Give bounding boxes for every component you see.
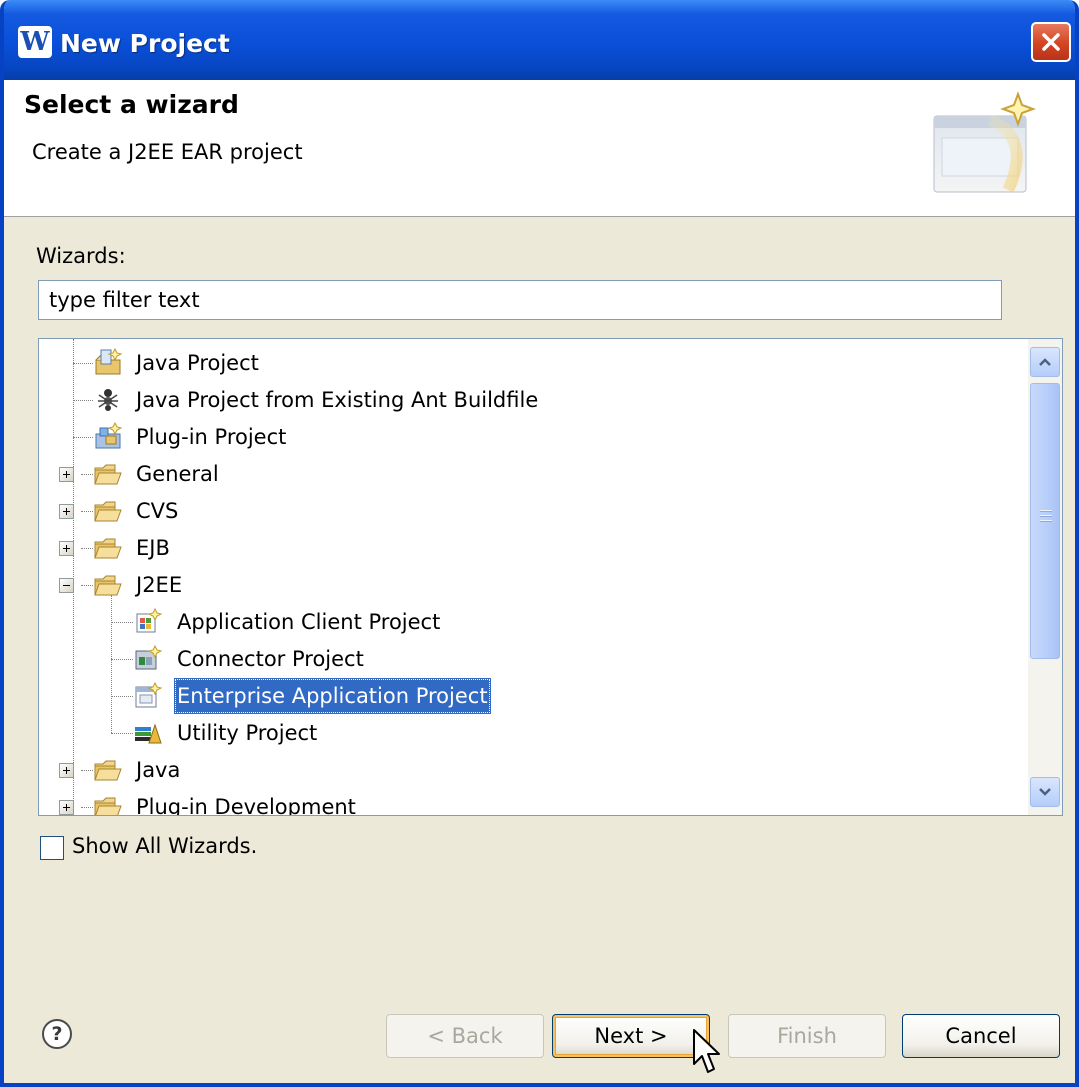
app-client-project-icon: [136, 608, 163, 633]
tree-item-plugin-development[interactable]: Plug-in Development: [39, 789, 1019, 816]
tree-item-java-project[interactable]: Java Project: [39, 345, 1019, 381]
expand-icon[interactable]: [59, 541, 74, 556]
show-all-wizards-label[interactable]: Show All Wizards.: [72, 834, 257, 858]
title-bar[interactable]: W New Project: [4, 0, 1075, 80]
help-icon: ?: [51, 1023, 63, 1045]
close-button[interactable]: [1031, 22, 1071, 62]
tree-item-label: Utility Project: [177, 721, 318, 745]
finish-button[interactable]: Finish: [728, 1014, 886, 1058]
app-logo-icon: W: [18, 26, 52, 58]
tree-item-label: Java Project: [136, 351, 259, 375]
tree-item-label: J2EE: [136, 573, 183, 597]
tree-item-label: Enterprise Application Project: [174, 678, 491, 714]
tree-item-application-client-project[interactable]: Application Client Project: [39, 604, 1019, 640]
tree-item-plugin-project[interactable]: Plug-in Project: [39, 419, 1019, 455]
wizard-header: Select a wizard Create a J2EE EAR projec…: [4, 80, 1075, 217]
tree-item-label: EJB: [136, 536, 170, 560]
java-project-icon: [95, 348, 123, 375]
tree-item-general[interactable]: General: [39, 456, 1019, 492]
page-title: Select a wizard: [24, 90, 239, 119]
tree-item-utility-project[interactable]: Utility Project: [39, 715, 1019, 751]
tree-item-cvs[interactable]: CVS: [39, 493, 1019, 529]
folder-icon: [94, 501, 122, 522]
wizards-label: Wizards:: [36, 244, 126, 268]
app-logo-letter: W: [20, 27, 50, 57]
tree-item-j2ee[interactable]: J2EE: [39, 567, 1019, 603]
close-icon: [1042, 33, 1060, 51]
tree-item-label: CVS: [136, 499, 179, 523]
expand-icon[interactable]: [59, 504, 74, 519]
plugin-project-icon: [95, 422, 123, 449]
tree-item-label: General: [136, 462, 219, 486]
tree-item-ejb[interactable]: EJB: [39, 530, 1019, 566]
expand-icon[interactable]: [59, 763, 74, 778]
next-button[interactable]: Next >: [552, 1014, 710, 1058]
enterprise-app-project-icon: [135, 682, 163, 708]
tree-scrollbar[interactable]: [1028, 339, 1062, 815]
folder-open-icon: [94, 575, 122, 596]
chevron-down-icon: [1039, 788, 1051, 796]
window-title: New Project: [60, 29, 230, 58]
scroll-thumb[interactable]: [1030, 383, 1060, 659]
ant-icon: [98, 389, 118, 411]
tree-item-java[interactable]: Java: [39, 752, 1019, 788]
cancel-button[interactable]: Cancel: [902, 1014, 1060, 1058]
tree-item-label: Java Project from Existing Ant Buildfile: [136, 388, 539, 412]
folder-icon: [94, 464, 122, 485]
wizard-tree[interactable]: Java Project Java Project from Existing …: [38, 338, 1063, 816]
tree-item-enterprise-application-project[interactable]: Enterprise Application Project: [39, 678, 1019, 714]
scroll-down-button[interactable]: [1030, 777, 1060, 807]
tree-item-label: Plug-in Project: [136, 425, 287, 449]
tree-item-connector-project[interactable]: Connector Project: [39, 641, 1019, 677]
show-all-wizards-checkbox[interactable]: [40, 836, 64, 860]
tree-item-label: Connector Project: [177, 647, 364, 671]
help-button[interactable]: ?: [42, 1019, 72, 1049]
folder-icon: [94, 797, 122, 815]
expand-icon[interactable]: [59, 467, 74, 482]
filter-text-input[interactable]: [38, 280, 1002, 320]
folder-icon: [94, 538, 122, 559]
mouse-pointer-icon: [693, 1029, 720, 1073]
back-button[interactable]: < Back: [386, 1014, 544, 1058]
connector-project-icon: [135, 645, 163, 670]
folder-icon: [94, 760, 122, 781]
new-project-dialog: W New Project Select a wizard Create a J…: [0, 0, 1079, 1087]
tree-item-label: Java: [136, 758, 181, 782]
tree-item-label: Plug-in Development: [136, 795, 356, 816]
chevron-up-icon: [1039, 358, 1051, 366]
tree-item-label: Application Client Project: [177, 610, 441, 634]
tree-item-ant-buildfile[interactable]: Java Project from Existing Ant Buildfile: [39, 382, 1019, 418]
scroll-up-button[interactable]: [1030, 347, 1060, 377]
utility-project-icon: [135, 723, 162, 744]
page-description: Create a J2EE EAR project: [32, 140, 303, 164]
wizard-banner-icon: [933, 91, 1036, 193]
collapse-icon[interactable]: [59, 578, 74, 593]
expand-icon[interactable]: [59, 800, 74, 815]
